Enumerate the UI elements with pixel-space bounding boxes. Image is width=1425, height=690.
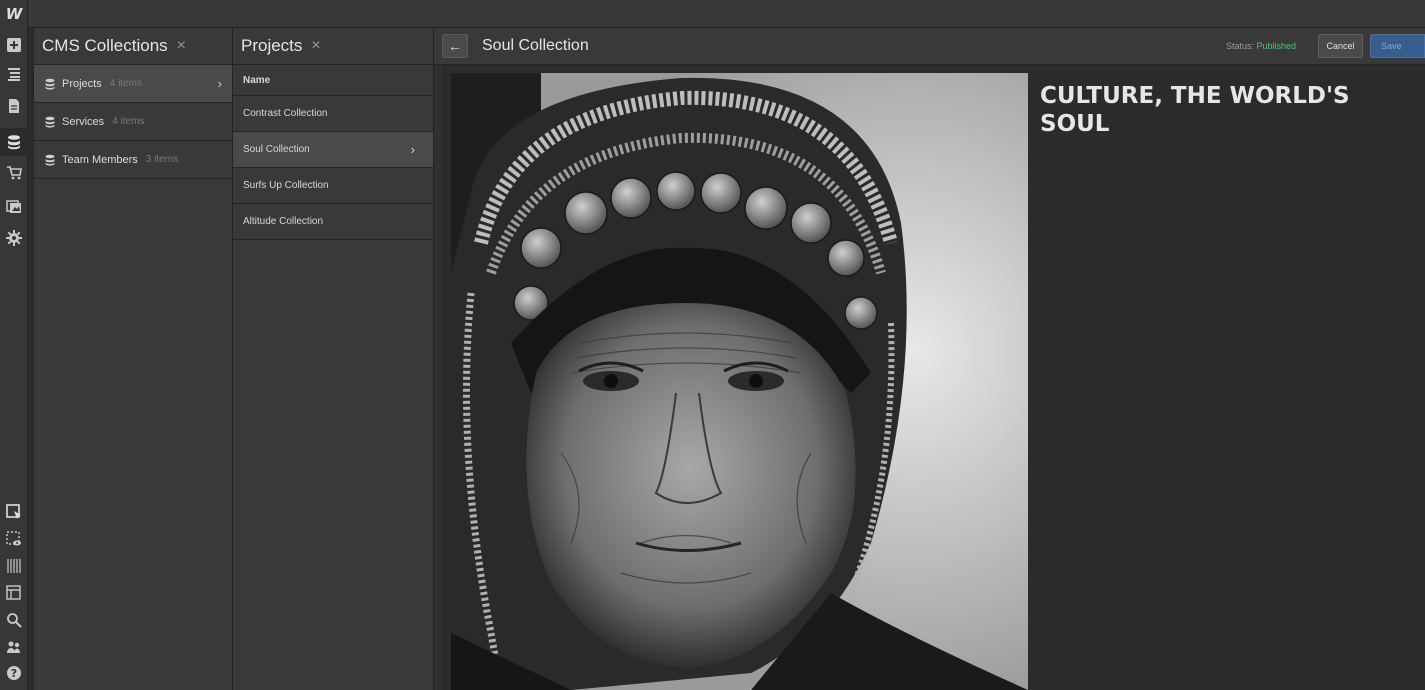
top-bar	[0, 0, 1425, 28]
collections-panel-header: CMS Collections ×	[34, 28, 232, 65]
preview-icon[interactable]	[4, 529, 24, 549]
item-label: Contrast Collection	[243, 108, 328, 119]
collection-item-projects[interactable]: Projects 4 items ›	[34, 65, 232, 103]
left-toolbar: W ?	[0, 0, 28, 690]
navigator-icon[interactable]	[4, 64, 24, 84]
item-label: Surfs Up Collection	[243, 180, 329, 191]
assets-icon[interactable]	[4, 196, 24, 216]
collection-label: Projects	[62, 77, 102, 90]
item-editor: ← Soul Collection Status: Published Canc…	[434, 28, 1425, 690]
collection-item-team-members[interactable]: Team Members 3 items	[34, 141, 232, 179]
settings-icon[interactable]	[4, 228, 24, 248]
item-row-surfs-up-collection[interactable]: Surfs Up Collection	[233, 168, 433, 204]
collection-label: Services	[62, 115, 105, 128]
chevron-right-icon: ›	[217, 76, 222, 91]
add-icon[interactable]	[4, 35, 24, 55]
arrow-left-icon: ←	[448, 38, 462, 54]
help-icon[interactable]: ?	[4, 663, 24, 683]
portrait-photo	[451, 73, 1028, 690]
cms-icon[interactable]	[0, 128, 28, 156]
status-label: Status: Published	[1226, 41, 1296, 51]
database-icon	[44, 154, 56, 166]
collection-count: 4 items	[109, 78, 142, 89]
webflow-logo[interactable]: W	[0, 0, 28, 28]
item-label: Soul Collection	[243, 144, 310, 155]
editor-title: Soul Collection	[482, 37, 589, 54]
chevron-right-icon: ›	[410, 142, 415, 157]
close-icon[interactable]: ×	[177, 37, 186, 55]
svg-text:?: ?	[11, 667, 17, 680]
collections-panel: CMS Collections × Projects 4 items › Ser…	[33, 28, 233, 690]
grid-icon[interactable]	[4, 556, 24, 576]
projects-panel: Projects × Name Contrast Collection Soul…	[233, 28, 434, 690]
collection-item-services[interactable]: Services 4 items	[34, 103, 232, 141]
item-row-contrast-collection[interactable]: Contrast Collection	[233, 96, 433, 132]
status-prefix: Status:	[1226, 41, 1255, 51]
people-icon[interactable]	[4, 637, 24, 657]
search-icon[interactable]	[4, 610, 24, 630]
item-row-soul-collection[interactable]: Soul Collection ›	[233, 132, 433, 168]
database-icon	[44, 116, 56, 128]
projects-panel-header: Projects ×	[233, 28, 433, 65]
projects-panel-title: Projects	[241, 36, 303, 55]
pages-icon[interactable]	[4, 96, 24, 116]
collection-count: 4 items	[112, 116, 145, 127]
cancel-button[interactable]: Cancel	[1318, 34, 1363, 58]
collections-panel-title: CMS Collections	[42, 36, 168, 55]
back-button[interactable]: ←	[442, 34, 468, 58]
close-icon[interactable]: ×	[311, 37, 320, 55]
layout-icon[interactable]	[4, 583, 24, 603]
select-icon[interactable]	[4, 502, 24, 522]
item-row-altitude-collection[interactable]: Altitude Collection	[233, 204, 433, 240]
item-label: Altitude Collection	[243, 216, 324, 227]
ecommerce-icon[interactable]	[4, 163, 24, 183]
column-header-name[interactable]: Name	[233, 65, 433, 96]
save-button[interactable]: Save	[1370, 34, 1425, 58]
database-icon	[44, 78, 56, 90]
collection-count: 3 items	[145, 154, 179, 165]
item-heading[interactable]: CULTURE, THE WORLD'S SOUL	[1040, 82, 1400, 138]
status-value: Published	[1256, 41, 1297, 51]
collection-label: Team Members	[62, 153, 138, 166]
editor-header: ← Soul Collection Status: Published Canc…	[434, 28, 1425, 65]
editor-scroll-gutter	[434, 65, 444, 690]
